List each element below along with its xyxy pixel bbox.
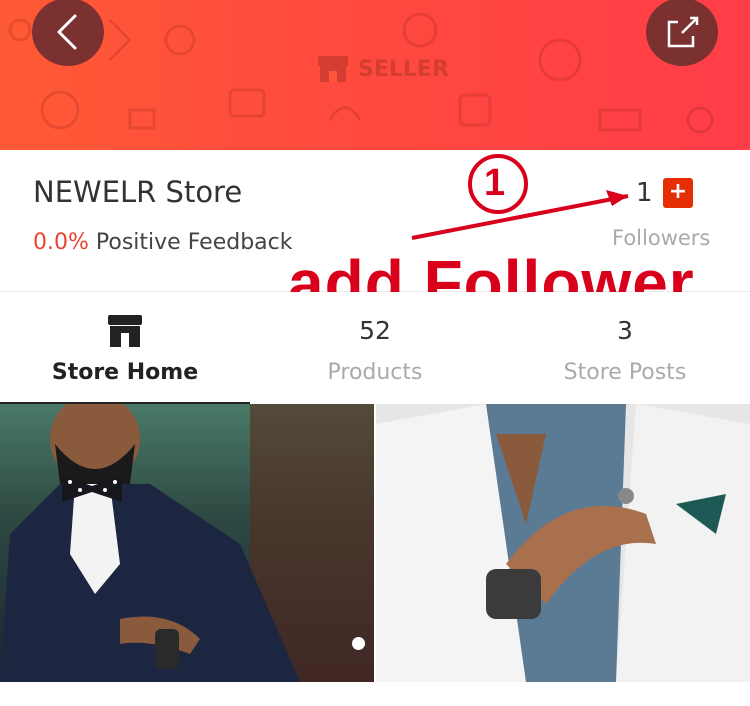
tab-label: Store Posts (563, 360, 687, 385)
products-count: 52 (359, 316, 391, 345)
store-name: NEWELR Store (33, 175, 243, 209)
tab-label: Store Home (51, 360, 199, 385)
seller-badge: SELLER (316, 54, 449, 84)
white-blazer-illustration (376, 404, 750, 682)
tuxedo-illustration (0, 404, 374, 682)
share-icon (667, 16, 699, 48)
chevron-left-icon (57, 14, 77, 50)
store-banner-gallery[interactable] (0, 404, 750, 682)
store-header-banner: SELLER (0, 0, 750, 150)
followers-count: 1 (636, 178, 653, 208)
tab-store-posts[interactable]: 3 Store Posts (500, 292, 750, 404)
store-icon (108, 315, 142, 347)
store-icon (318, 56, 348, 82)
store-tabs: Store Home 52 Products 3 Store Posts (0, 292, 750, 404)
feedback-percent: 0.0% (33, 230, 89, 255)
man-in-white-blazer-photo[interactable] (376, 404, 750, 682)
carousel-dot[interactable] (352, 637, 365, 650)
tab-store-home[interactable]: Store Home (0, 292, 250, 404)
positive-feedback: 0.0% Positive Feedback (33, 230, 292, 255)
tab-label: Products (327, 360, 423, 385)
man-in-black-tuxedo-photo[interactable] (0, 404, 374, 682)
tab-products[interactable]: 52 Products (250, 292, 500, 404)
feedback-label: Positive Feedback (95, 230, 293, 255)
bottom-spacer (0, 682, 750, 706)
step-number: 1 (484, 162, 506, 204)
share-button[interactable] (646, 0, 718, 66)
posts-count: 3 (617, 316, 633, 345)
seller-badge-label: SELLER (358, 56, 449, 82)
follow-button[interactable]: + (663, 178, 693, 208)
back-button[interactable] (32, 0, 104, 66)
